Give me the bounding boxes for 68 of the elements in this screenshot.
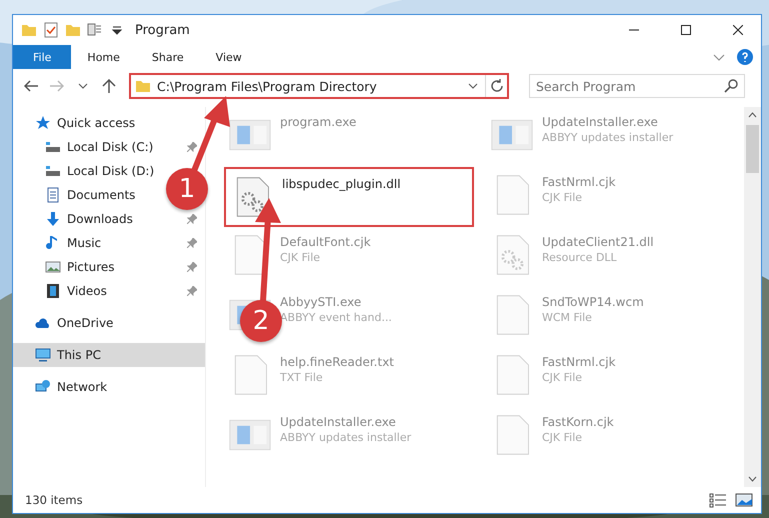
file-name[interactable]: UpdateInstaller.exe (280, 415, 412, 429)
scroll-thumb[interactable] (746, 125, 759, 173)
sidebar-item[interactable]: Quick access (13, 111, 144, 135)
up-arrow-icon (102, 79, 116, 93)
sidebar-item[interactable]: Pictures (13, 255, 205, 279)
file-name[interactable]: help.fineReader.txt (280, 355, 394, 369)
sidebar-item[interactable]: Downloads (13, 207, 205, 231)
item-count: 130 items (25, 493, 83, 507)
file-name[interactable]: UpdateClient21.dll (542, 235, 654, 249)
ribbon-tab[interactable]: View (200, 45, 258, 69)
file-type: CJK File (542, 431, 584, 444)
file-name[interactable]: FastNrml.cjk (542, 355, 616, 369)
file-type: CJK File (542, 191, 584, 204)
chevron-down-icon (748, 476, 757, 482)
sidebar-item[interactable]: Documents (13, 183, 144, 207)
file-type: ABBYY updates installer (542, 131, 674, 144)
file-name[interactable]: SndToWP14.wcm (542, 295, 644, 309)
ribbon-tab[interactable]: Home (71, 45, 136, 69)
sidebar-item[interactable]: Music (13, 231, 205, 255)
search-field[interactable]: Search Program (529, 74, 745, 98)
star-icon (35, 115, 51, 131)
chevron-up-icon (748, 112, 757, 118)
checklist-icon[interactable] (43, 22, 59, 38)
sidebar-item[interactable]: Videos (13, 279, 205, 303)
chevron-down-icon (78, 82, 88, 90)
file-type: CJK File (280, 251, 322, 264)
search-icon (724, 79, 738, 93)
drive-icon (45, 163, 61, 179)
address-bar[interactable]: C:\Program Files\Program Directory (129, 73, 509, 99)
maximize-icon (681, 25, 691, 35)
file-name[interactable]: FastNrml.cjk (542, 175, 616, 189)
large-icons-view-icon[interactable] (735, 492, 753, 508)
down-arrow-icon (45, 211, 61, 227)
details-view-icon[interactable] (709, 492, 727, 508)
file-name[interactable]: program.exe (280, 115, 356, 129)
sidebar-item[interactable]: Local Disk (C:) (13, 135, 205, 159)
folder-icon (135, 78, 151, 94)
file-type: WCM File (542, 311, 593, 324)
document-icon (45, 187, 61, 203)
file-name[interactable]: UpdateInstaller.exe (542, 115, 674, 129)
file-type: Resource DLL (542, 251, 618, 264)
picture-icon (45, 259, 61, 275)
monitor-icon (35, 347, 51, 363)
window-title: Program (135, 22, 190, 38)
help-icon[interactable] (737, 49, 753, 65)
file-name[interactable]: libspudec_plugin.dll (282, 177, 401, 191)
properties-icon[interactable] (87, 22, 103, 38)
file-type: ABBYY event hand... (280, 311, 392, 324)
forward-arrow-icon (50, 80, 64, 92)
scrollbar[interactable] (744, 107, 761, 487)
ribbon-tab[interactable]: Share (136, 45, 200, 69)
drive-icon (45, 139, 61, 155)
ribbon-tab[interactable]: File (13, 45, 72, 69)
back-arrow-icon (24, 80, 38, 92)
sidebar-item[interactable]: This PC (13, 343, 205, 367)
close-icon (733, 25, 743, 35)
sidebar-item[interactable]: OneDrive (13, 311, 122, 335)
file-name[interactable]: FastKorn.cjk (542, 415, 614, 429)
file-type: CJK File (542, 371, 584, 384)
sidebar-item[interactable]: Local Disk (D:) (13, 159, 162, 183)
refresh-icon (490, 79, 504, 93)
film-icon (45, 283, 61, 299)
file-name[interactable]: AbbyySTI.exe (280, 295, 392, 309)
file-name[interactable]: DefaultFont.cjk (280, 235, 371, 249)
address-path: C:\Program Files\Program Directory (157, 78, 378, 94)
sidebar-item[interactable]: Network (13, 375, 116, 399)
file-type: TXT File (280, 371, 324, 384)
file-type: ABBYY updates installer (280, 431, 412, 444)
